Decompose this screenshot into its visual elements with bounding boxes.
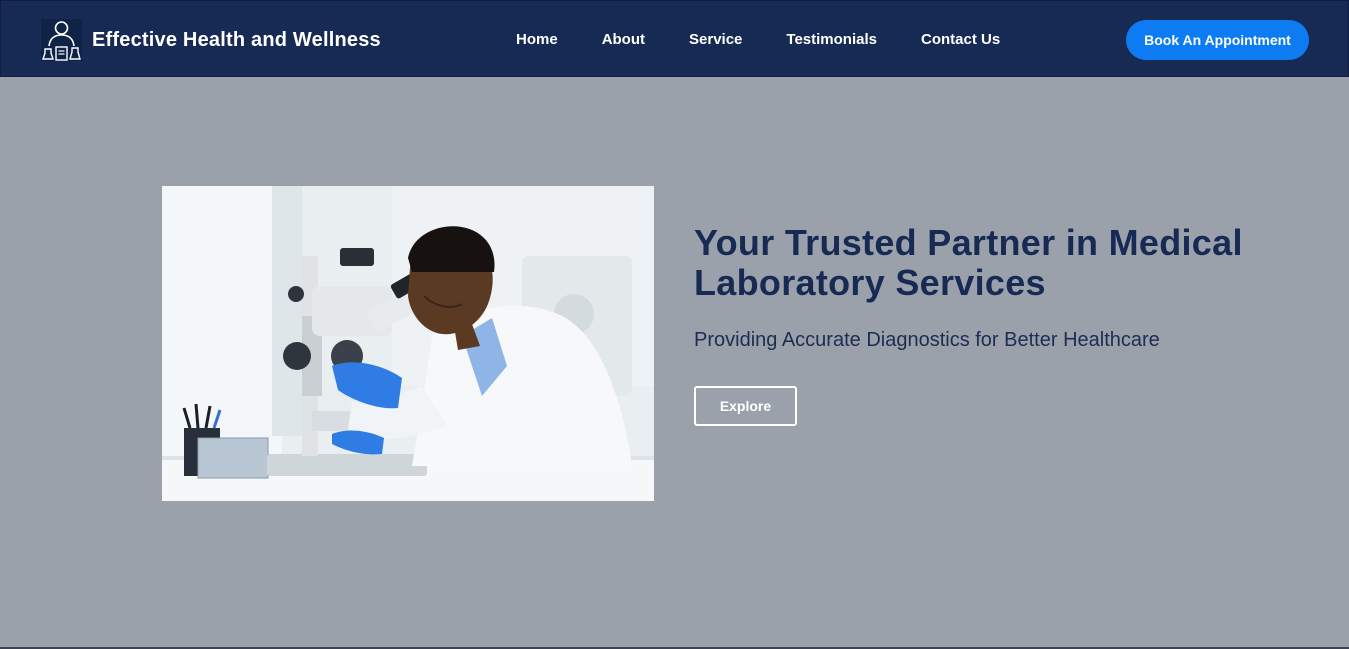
brand-name: Effective Health and Wellness [92,28,381,51]
hero-subtitle: Providing Accurate Diagnostics for Bette… [694,329,1160,351]
hero-section: Your Trusted Partner in Medical Laborato… [0,77,1349,649]
book-appointment-button[interactable]: Book An Appointment [1126,20,1309,60]
top-navbar: Effective Health and Wellness Home About… [0,0,1349,77]
nav-link-about[interactable]: About [602,31,645,48]
nav-link-contact-us[interactable]: Contact Us [921,31,1000,48]
hero-text: Your Trusted Partner in Medical Laborato… [694,223,1294,426]
brand[interactable]: Effective Health and Wellness [41,19,381,61]
nav-link-home[interactable]: Home [516,31,558,48]
lab-scientist-microscope-photo [162,186,654,501]
main-nav: Home About Service Testimonials Contact … [516,1,1000,78]
nav-link-service[interactable]: Service [689,31,742,48]
explore-button[interactable]: Explore [694,386,797,426]
nav-link-testimonials[interactable]: Testimonials [786,31,877,48]
lab-technician-logo-icon [41,19,82,61]
hero-title: Your Trusted Partner in Medical Laborato… [694,222,1243,303]
